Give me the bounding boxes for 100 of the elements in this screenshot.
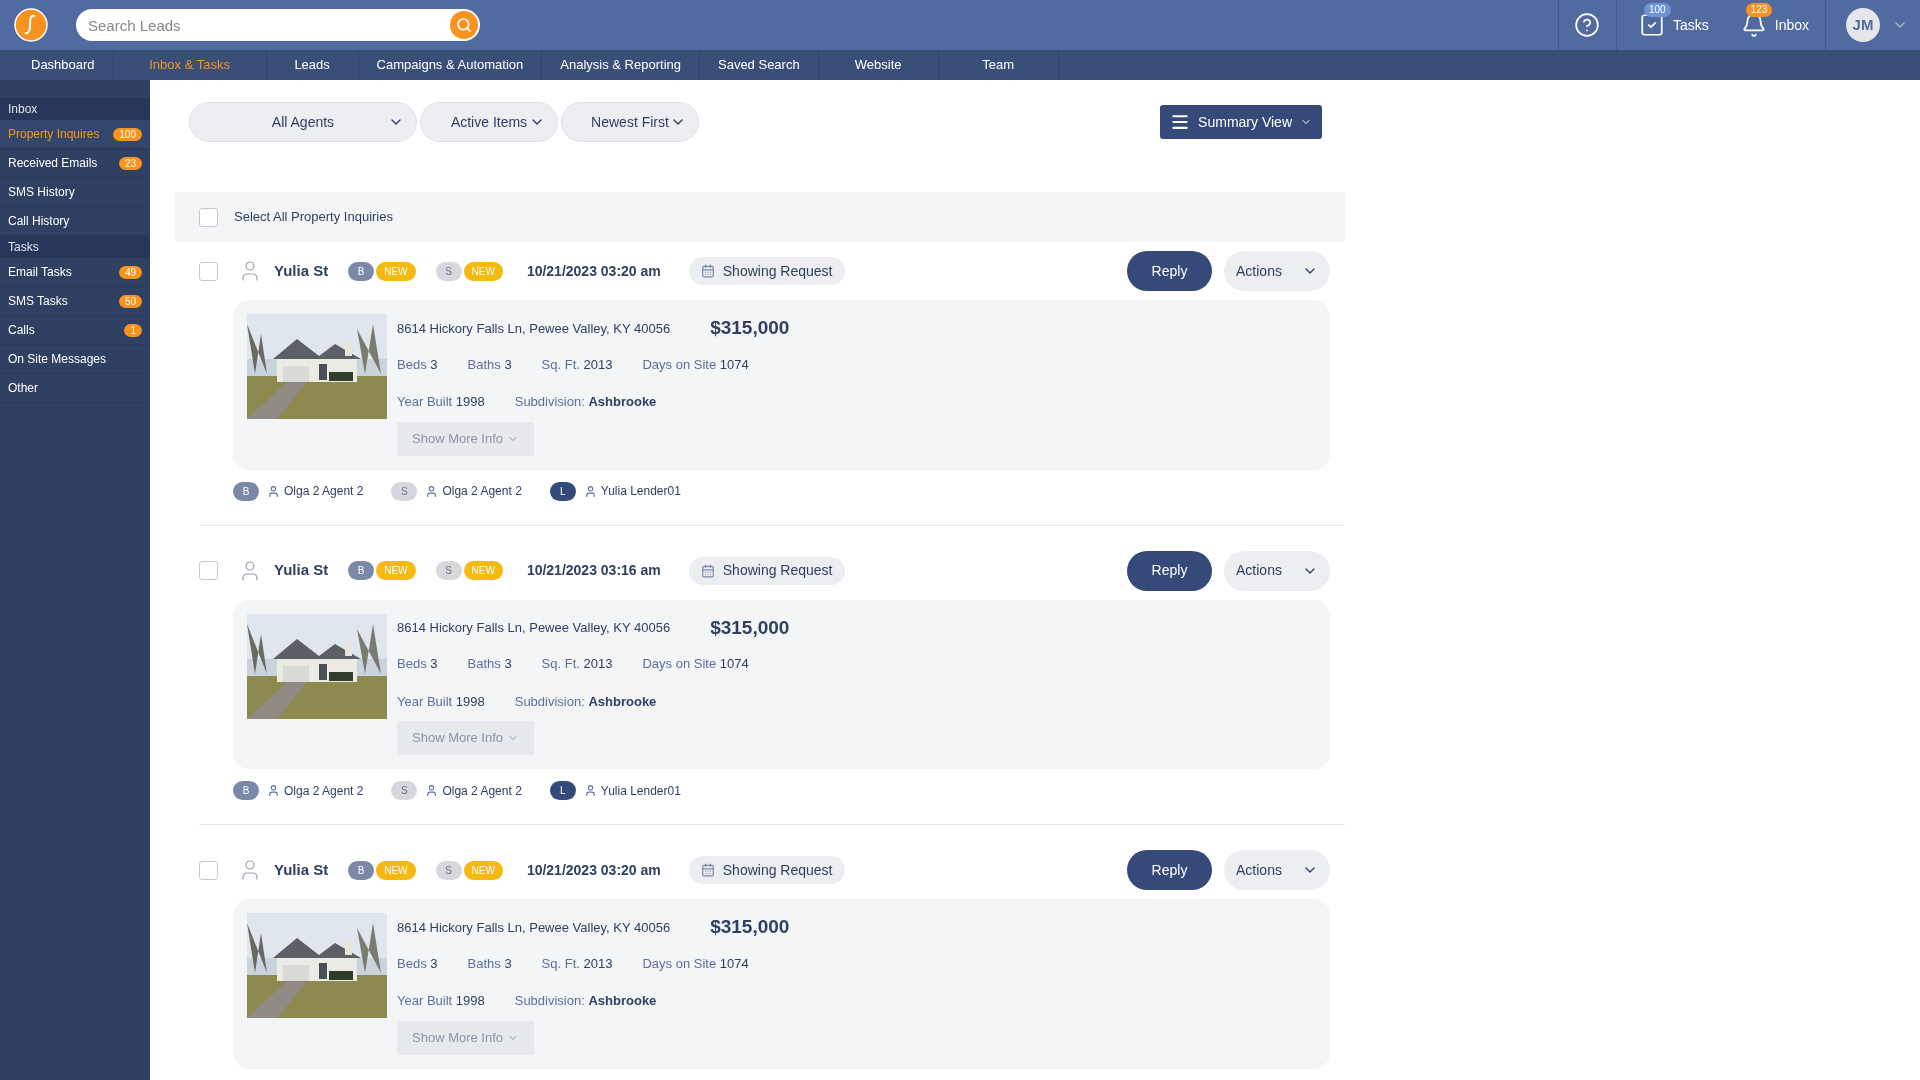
checkbox[interactable] bbox=[199, 561, 218, 580]
actions-dropdown[interactable]: Actions bbox=[1224, 550, 1330, 591]
nav-tab[interactable]: Website bbox=[818, 50, 939, 80]
inquiry-date: 10/21/2023 03:16 am bbox=[526, 561, 661, 580]
role-badge: L bbox=[549, 481, 576, 501]
sidebar-item[interactable]: On Site Messages bbox=[0, 345, 150, 374]
property-fact: Sq. Ft. 2013 bbox=[541, 954, 613, 973]
person-icon bbox=[583, 784, 597, 797]
property-fact: Baths 3 bbox=[467, 954, 512, 973]
property-fact: Beds 3 bbox=[397, 355, 438, 374]
filter-dropdown[interactable]: Active Items bbox=[420, 102, 558, 142]
role-badge: B bbox=[348, 561, 375, 580]
count-badge: 100 bbox=[113, 127, 142, 141]
sidebar-item[interactable]: Other bbox=[0, 374, 150, 403]
property-fact: Baths 3 bbox=[467, 655, 512, 673]
reply-button[interactable]: Reply bbox=[1127, 251, 1212, 291]
agent-name: Olga 2 Agent 2 bbox=[442, 782, 522, 800]
property-address: 8614 Hickory Falls Ln, Pewee Valley, KY 40056 bbox=[397, 619, 671, 637]
property-fact: Sq. Ft. 2013 bbox=[541, 355, 613, 374]
nav-tab[interactable]: Campaigns & Automation bbox=[358, 50, 543, 80]
agent-name: Olga 2 Agent 2 bbox=[284, 782, 364, 800]
role-badge: B bbox=[233, 481, 259, 501]
actions-dropdown[interactable]: Actions bbox=[1224, 850, 1330, 890]
status-badge: NEW bbox=[463, 261, 503, 281]
property-fact: Beds 3 bbox=[397, 655, 438, 673]
status-badge: NEW bbox=[376, 561, 416, 580]
property-price: $315,000 bbox=[710, 915, 790, 939]
search-field[interactable]: Search Leads bbox=[76, 9, 480, 41]
role-badge: S bbox=[391, 481, 418, 501]
sidebar-item[interactable]: Email Tasks 49 bbox=[0, 258, 150, 287]
count-badge: 50 bbox=[118, 294, 142, 308]
property-fact: Beds 3 bbox=[397, 954, 438, 973]
status-badge: NEW bbox=[376, 261, 416, 281]
sidebar-item[interactable]: Property Inquires 100 bbox=[0, 120, 150, 149]
status-badge: NEW bbox=[463, 561, 503, 580]
search-icon bbox=[456, 17, 472, 33]
calendar-icon bbox=[700, 863, 715, 877]
calendar-icon bbox=[700, 264, 715, 278]
property-fact: Baths 3 bbox=[467, 355, 512, 374]
property-fact: Days on Site 1074 bbox=[642, 355, 749, 374]
person-icon bbox=[267, 784, 280, 797]
sidebar-item[interactable]: SMS History bbox=[0, 178, 150, 207]
nav-tab[interactable]: Analysis & Reporting bbox=[542, 50, 700, 80]
subdivision: Subdivision: Ashbrooke bbox=[514, 692, 657, 711]
property-price: $315,000 bbox=[710, 316, 790, 340]
checkbox[interactable] bbox=[199, 207, 218, 227]
sidebar-heading: Tasks bbox=[0, 236, 150, 258]
count-badge: 49 bbox=[118, 265, 142, 279]
person-icon bbox=[267, 484, 280, 498]
role-badge: S bbox=[391, 781, 418, 800]
inbox-count-badge: 123 bbox=[1745, 3, 1773, 17]
filter-dropdown[interactable]: Newest First bbox=[561, 102, 699, 142]
year-built: Year Built 1998 bbox=[397, 393, 485, 411]
count-badge: 1 bbox=[124, 323, 142, 337]
role-badge: S bbox=[435, 561, 462, 580]
role-badge: L bbox=[549, 781, 576, 800]
select-all-label: Select All Property Inquiries bbox=[234, 208, 393, 227]
nav-tab[interactable]: Leads bbox=[266, 50, 359, 80]
reply-button[interactable]: Reply bbox=[1127, 550, 1212, 591]
count-badge: 23 bbox=[118, 156, 142, 170]
subdivision: Subdivision: Ashbrooke bbox=[514, 393, 657, 411]
role-badge: S bbox=[435, 261, 462, 281]
checkbox[interactable] bbox=[199, 860, 218, 880]
inquiry-date: 10/21/2023 03:20 am bbox=[526, 261, 661, 281]
nav-tab[interactable]: Team bbox=[938, 50, 1059, 80]
tasks-count-badge: 100 bbox=[1643, 3, 1671, 17]
checkbox[interactable] bbox=[199, 261, 218, 281]
filter-dropdown[interactable]: All Agents bbox=[189, 102, 417, 142]
inquiry-date: 10/21/2023 03:20 am bbox=[526, 860, 661, 880]
role-badge: B bbox=[233, 781, 259, 800]
nav-tab[interactable]: Saved Search bbox=[700, 50, 819, 80]
status-badge: NEW bbox=[463, 860, 503, 880]
person-icon bbox=[425, 784, 439, 797]
property-price: $315,000 bbox=[710, 615, 790, 640]
property-address: 8614 Hickory Falls Ln, Pewee Valley, KY 40056 bbox=[397, 319, 671, 338]
help-icon[interactable] bbox=[1574, 12, 1601, 38]
status-badge: NEW bbox=[376, 860, 416, 880]
user-avatar[interactable]: JM bbox=[1846, 8, 1880, 42]
sidebar-item[interactable]: Received Emails 23 bbox=[0, 149, 150, 178]
sidebar-item[interactable]: SMS Tasks 50 bbox=[0, 287, 150, 316]
request-type-badge: Showing Request bbox=[688, 257, 845, 285]
view-dropdown[interactable]: Summary View bbox=[1160, 105, 1322, 139]
request-type-badge: Showing Request bbox=[688, 556, 845, 585]
lead-name: Yulia St bbox=[274, 560, 329, 581]
year-built: Year Built 1998 bbox=[397, 992, 485, 1010]
agent-name: Olga 2 Agent 2 bbox=[442, 483, 522, 500]
lead-name: Yulia St bbox=[274, 859, 329, 880]
year-built: Year Built 1998 bbox=[397, 692, 485, 711]
property-fact: Days on Site 1074 bbox=[642, 655, 749, 673]
role-badge: B bbox=[348, 261, 375, 281]
actions-dropdown[interactable]: Actions bbox=[1224, 251, 1330, 291]
sidebar-item[interactable]: Calls 1 bbox=[0, 316, 150, 345]
request-type-badge: Showing Request bbox=[688, 856, 845, 884]
menu-icon bbox=[1170, 112, 1191, 132]
property-fact: Sq. Ft. 2013 bbox=[541, 655, 613, 673]
person-icon bbox=[583, 484, 597, 498]
sidebar-heading: Inbox bbox=[0, 98, 150, 120]
agent-name: Olga 2 Agent 2 bbox=[284, 483, 364, 500]
reply-button[interactable]: Reply bbox=[1127, 850, 1212, 890]
logo-icon bbox=[13, 7, 49, 43]
